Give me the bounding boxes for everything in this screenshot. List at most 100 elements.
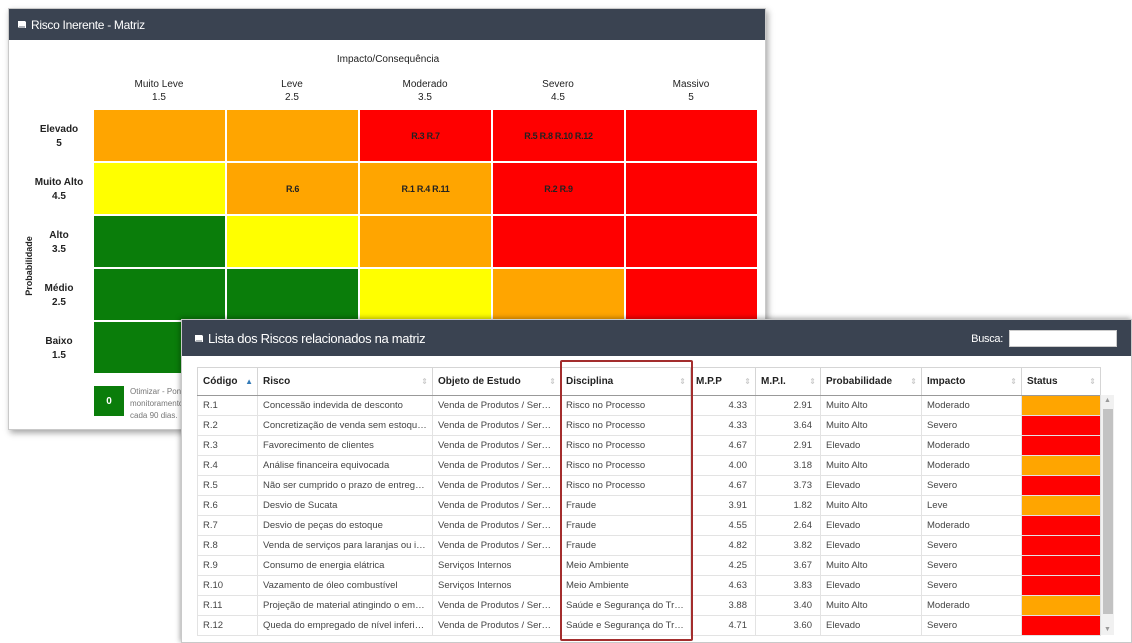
cell-disciplina: Saúde e Segurança do Tra... <box>560 595 691 616</box>
cell-objeto: Venda de Produtos / Servi... <box>432 435 561 456</box>
matrix-cell[interactable] <box>625 109 758 162</box>
probability-row-label: Baixo <box>45 336 73 347</box>
sort-icon[interactable]: ⇕ <box>744 377 751 386</box>
column-header[interactable]: Disciplina ⇕ <box>560 367 691 396</box>
table-row[interactable]: R.1 Concessão indevida de desconto Venda d… <box>197 395 1101 416</box>
sort-icon[interactable]: ⇕ <box>679 377 686 386</box>
column-header[interactable]: Status ⇕ <box>1021 367 1101 396</box>
matrix-cell[interactable] <box>625 215 758 268</box>
cell-risco: Vazamento de óleo combustível <box>257 575 433 596</box>
cell-disciplina: Risco no Processo <box>560 395 691 416</box>
sort-icon[interactable]: ⇕ <box>809 377 816 386</box>
column-header-label: Objeto de Estudo <box>438 376 521 387</box>
book-icon <box>194 334 204 343</box>
matrix-cell[interactable] <box>359 215 492 268</box>
table-row[interactable]: R.5 Não ser cumprido o prazo de entrega..… <box>197 475 1101 496</box>
cell-objeto: Venda de Produtos / Servi... <box>432 515 561 536</box>
matrix-cell[interactable] <box>226 268 359 321</box>
table-header-row: Código ▲ Risco ⇕ Objeto de Estudo ⇕ Disciplina… <box>197 367 1101 396</box>
cell-risco: Desvio de Sucata <box>257 495 433 516</box>
matrix-cell[interactable] <box>359 268 492 321</box>
matrix-cell[interactable] <box>226 215 359 268</box>
cell-prob: Muito Alto <box>820 455 922 476</box>
table-row[interactable]: R.9 Consumo de energia elátrica Serviços I… <box>197 555 1101 576</box>
cell-mpp: 4.71 <box>690 615 756 636</box>
matrix-cell[interactable] <box>93 268 226 321</box>
matrix-cell[interactable] <box>492 215 625 268</box>
cell-objeto: Venda de Produtos / Servi... <box>432 535 561 556</box>
column-header[interactable]: M.P.I. ⇕ <box>755 367 821 396</box>
cell-mpp: 3.91 <box>690 495 756 516</box>
table-row[interactable]: R.6 Desvio de Sucata Venda de Produtos / S… <box>197 495 1101 516</box>
matrix-cell[interactable] <box>625 162 758 215</box>
matrix-cell[interactable]: R.6 <box>226 162 359 215</box>
sort-icon[interactable]: ⇕ <box>1089 377 1096 386</box>
cell-risco: Projeção de material atingindo o emp... <box>257 595 433 616</box>
column-header[interactable]: M.P.P ⇕ <box>690 367 756 396</box>
probability-row-header: Médio 2.5 <box>27 282 91 310</box>
sort-icon[interactable]: ⇕ <box>1010 377 1017 386</box>
cell-prob: Muito Alto <box>820 395 922 416</box>
cell-mpi: 3.73 <box>755 475 821 496</box>
cell-status <box>1021 395 1101 416</box>
search-input[interactable] <box>1009 330 1117 347</box>
cell-objeto: Serviços Internos <box>432 575 561 596</box>
matrix-cell[interactable] <box>492 268 625 321</box>
matrix-cell[interactable]: R.5 R.8 R.10 R.12 <box>492 109 625 162</box>
cell-mpi: 3.60 <box>755 615 821 636</box>
column-header[interactable]: Impacto ⇕ <box>921 367 1022 396</box>
cell-codigo: R.8 <box>197 535 258 556</box>
cell-codigo: R.5 <box>197 475 258 496</box>
matrix-cell[interactable]: R.1 R.4 R.11 <box>359 162 492 215</box>
cell-impacto: Severo <box>921 475 1022 496</box>
table-row[interactable]: R.11 Projeção de material atingindo o emp… <box>197 595 1101 616</box>
cell-risco: Concessão indevida de desconto <box>257 395 433 416</box>
cell-codigo: R.2 <box>197 415 258 436</box>
cell-disciplina: Risco no Processo <box>560 455 691 476</box>
cell-objeto: Venda de Produtos / Servi... <box>432 455 561 476</box>
probability-row-label: Elevado <box>39 124 79 135</box>
cell-risco: Queda do empregado de nível inferio... <box>257 615 433 636</box>
table-row[interactable]: R.12 Queda do empregado de nível inferio.… <box>197 615 1101 636</box>
matrix-cell[interactable]: R.2 R.9 <box>492 162 625 215</box>
column-header[interactable]: Código ▲ <box>197 367 258 396</box>
cell-mpp: 4.67 <box>690 475 756 496</box>
table-row[interactable]: R.8 Venda de serviços para laranjas ou in… <box>197 535 1101 556</box>
cell-prob: Muito Alto <box>820 595 922 616</box>
matrix-cell[interactable] <box>93 109 226 162</box>
status-swatch <box>1022 476 1100 495</box>
cell-impacto: Severo <box>921 555 1022 576</box>
sort-icon[interactable]: ⇕ <box>549 377 556 386</box>
column-header[interactable]: Objeto de Estudo ⇕ <box>432 367 561 396</box>
cell-status <box>1021 435 1101 456</box>
cell-codigo: R.9 <box>197 555 258 576</box>
table-row[interactable]: R.10 Vazamento de óleo combustível Serviço… <box>197 575 1101 596</box>
table-scrollbar[interactable]: ▲ ▼ <box>1100 395 1114 635</box>
table-row[interactable]: R.3 Favorecimento de clientes Venda de Pro… <box>197 435 1101 456</box>
probability-row-header: Muito Alto 4.5 <box>27 176 91 204</box>
sort-icon[interactable]: ⇕ <box>421 377 428 386</box>
column-header[interactable]: Risco ⇕ <box>257 367 433 396</box>
column-header[interactable]: Probabilidade ⇕ <box>820 367 922 396</box>
scroll-thumb[interactable] <box>1103 409 1113 614</box>
sort-icon[interactable]: ▲ <box>245 377 253 386</box>
cell-impacto: Severo <box>921 575 1022 596</box>
matrix-cell[interactable] <box>226 109 359 162</box>
table-row[interactable]: R.2 Concretização de venda sem estoque...… <box>197 415 1101 436</box>
table-row[interactable]: R.7 Desvio de peças do estoque Venda de Pr… <box>197 515 1101 536</box>
matrix-cell[interactable] <box>625 268 758 321</box>
sort-icon[interactable]: ⇕ <box>910 377 917 386</box>
status-swatch <box>1022 596 1100 615</box>
list-header: Lista dos Riscos relacionados na matriz … <box>182 320 1131 356</box>
impact-column-value: 3.5 <box>418 92 432 103</box>
cell-mpi: 2.91 <box>755 435 821 456</box>
scroll-down-icon[interactable]: ▼ <box>1104 626 1111 633</box>
matrix-cell[interactable] <box>93 215 226 268</box>
cell-mpi: 3.67 <box>755 555 821 576</box>
probability-row-header: Elevado 5 <box>27 123 91 151</box>
matrix-cell[interactable] <box>93 162 226 215</box>
table-row[interactable]: R.4 Análise financeira equivocada Venda de… <box>197 455 1101 476</box>
matrix-cell[interactable]: R.3 R.7 <box>359 109 492 162</box>
scroll-up-icon[interactable]: ▲ <box>1104 397 1111 404</box>
cell-prob: Elevado <box>820 435 922 456</box>
